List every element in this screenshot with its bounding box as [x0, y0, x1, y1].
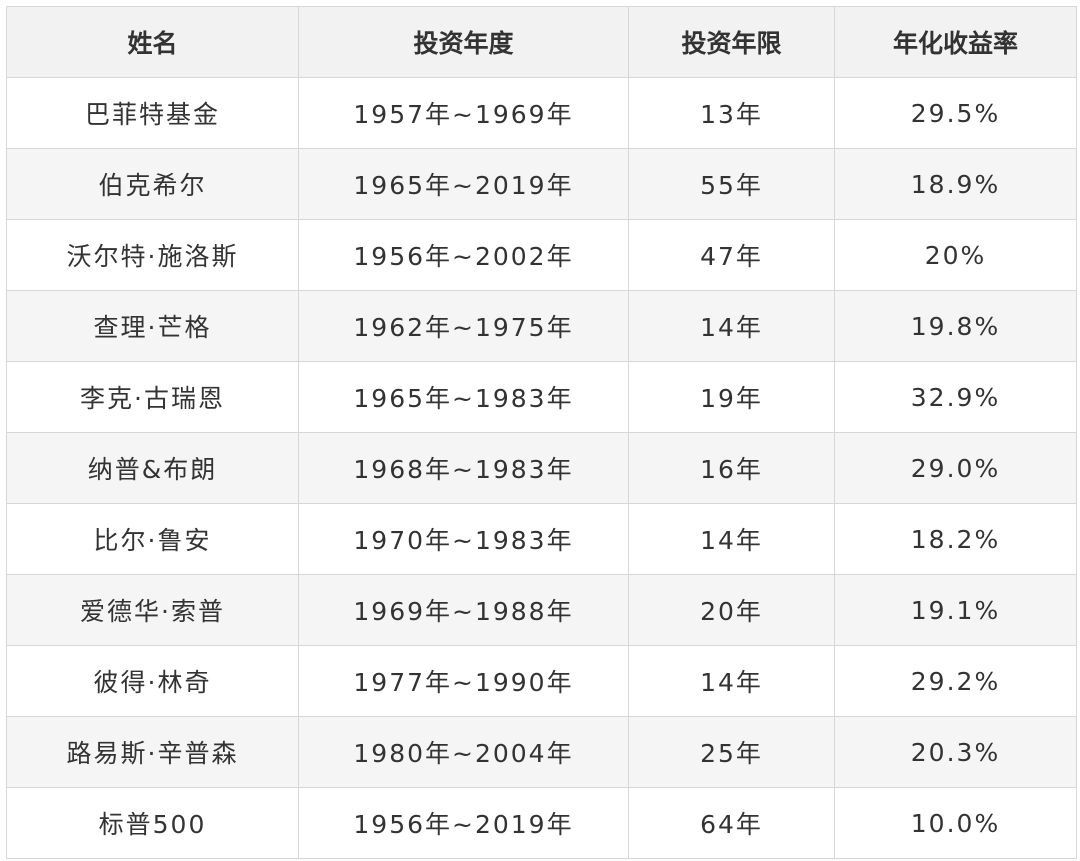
- header-investment-period: 投资年度: [298, 6, 629, 78]
- cell-return: 29.0%: [834, 432, 1077, 504]
- cell-name: 伯克希尔: [6, 148, 299, 220]
- header-investment-years: 投资年限: [628, 6, 835, 78]
- table-row: 沃尔特·施洛斯 1956年~2002年 47年 20%: [6, 219, 1077, 291]
- cell-period: 1969年~1988年: [298, 574, 629, 646]
- cell-return: 19.8%: [834, 290, 1077, 362]
- table-row: 查理·芒格 1962年~1975年 14年 19.8%: [6, 290, 1077, 362]
- table-row: 巴菲特基金 1957年~1969年 13年 29.5%: [6, 77, 1077, 149]
- cell-years: 20年: [628, 574, 835, 646]
- cell-period: 1957年~1969年: [298, 77, 629, 149]
- cell-return: 29.5%: [834, 77, 1077, 149]
- cell-return: 18.2%: [834, 503, 1077, 575]
- cell-years: 64年: [628, 787, 835, 859]
- cell-return: 20%: [834, 219, 1077, 291]
- cell-years: 13年: [628, 77, 835, 149]
- cell-period: 1965年~2019年: [298, 148, 629, 220]
- investor-returns-table: 姓名 投资年度 投资年限 年化收益率 巴菲特基金 1957年~1969年 13年…: [6, 6, 1077, 859]
- cell-years: 14年: [628, 290, 835, 362]
- investor-returns-table-container: 姓名 投资年度 投资年限 年化收益率 巴菲特基金 1957年~1969年 13年…: [6, 6, 1077, 859]
- cell-years: 14年: [628, 503, 835, 575]
- cell-period: 1970年~1983年: [298, 503, 629, 575]
- cell-name: 路易斯·辛普森: [6, 716, 299, 788]
- cell-period: 1956年~2019年: [298, 787, 629, 859]
- cell-return: 29.2%: [834, 645, 1077, 717]
- table-row: 李克·古瑞恩 1965年~1983年 19年 32.9%: [6, 361, 1077, 433]
- table-row: 爱德华·索普 1969年~1988年 20年 19.1%: [6, 574, 1077, 646]
- cell-name: 标普500: [6, 787, 299, 859]
- cell-name: 李克·古瑞恩: [6, 361, 299, 433]
- cell-period: 1968年~1983年: [298, 432, 629, 504]
- cell-period: 1977年~1990年: [298, 645, 629, 717]
- cell-name: 彼得·林奇: [6, 645, 299, 717]
- cell-name: 沃尔特·施洛斯: [6, 219, 299, 291]
- cell-return: 18.9%: [834, 148, 1077, 220]
- cell-years: 47年: [628, 219, 835, 291]
- cell-return: 20.3%: [834, 716, 1077, 788]
- table-row: 标普500 1956年~2019年 64年 10.0%: [6, 787, 1077, 859]
- cell-return: 19.1%: [834, 574, 1077, 646]
- table-header-row: 姓名 投资年度 投资年限 年化收益率: [6, 6, 1077, 78]
- header-name: 姓名: [6, 6, 299, 78]
- cell-period: 1962年~1975年: [298, 290, 629, 362]
- cell-years: 16年: [628, 432, 835, 504]
- cell-years: 14年: [628, 645, 835, 717]
- table-row: 路易斯·辛普森 1980年~2004年 25年 20.3%: [6, 716, 1077, 788]
- table-row: 彼得·林奇 1977年~1990年 14年 29.2%: [6, 645, 1077, 717]
- cell-return: 32.9%: [834, 361, 1077, 433]
- cell-name: 纳普&布朗: [6, 432, 299, 504]
- cell-period: 1980年~2004年: [298, 716, 629, 788]
- cell-period: 1956年~2002年: [298, 219, 629, 291]
- cell-years: 19年: [628, 361, 835, 433]
- cell-name: 比尔·鲁安: [6, 503, 299, 575]
- table-row: 比尔·鲁安 1970年~1983年 14年 18.2%: [6, 503, 1077, 575]
- cell-name: 爱德华·索普: [6, 574, 299, 646]
- table-row: 伯克希尔 1965年~2019年 55年 18.9%: [6, 148, 1077, 220]
- table-row: 纳普&布朗 1968年~1983年 16年 29.0%: [6, 432, 1077, 504]
- header-annualized-return: 年化收益率: [834, 6, 1077, 78]
- cell-years: 55年: [628, 148, 835, 220]
- cell-return: 10.0%: [834, 787, 1077, 859]
- cell-name: 巴菲特基金: [6, 77, 299, 149]
- cell-years: 25年: [628, 716, 835, 788]
- cell-period: 1965年~1983年: [298, 361, 629, 433]
- cell-name: 查理·芒格: [6, 290, 299, 362]
